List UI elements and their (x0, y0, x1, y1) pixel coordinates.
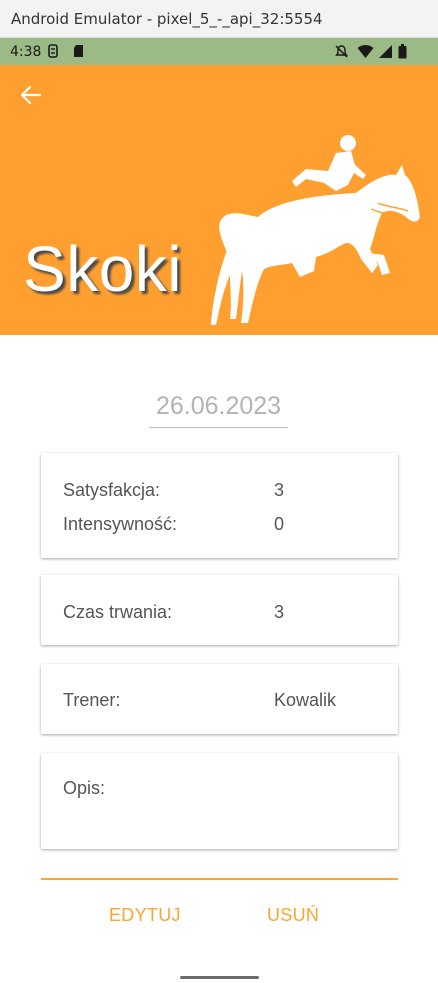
activity-details: 26.06.2023 Satysfakcja: 3 Intensywność: … (0, 335, 438, 967)
duration-label: Czas trwania: (63, 602, 173, 622)
arrow-left-icon (20, 85, 42, 105)
battery-icon (398, 44, 407, 59)
status-time: 4:38 (10, 44, 42, 60)
actions-divider (41, 878, 398, 880)
horse-jumping-icon (211, 135, 420, 325)
intensity-label: Intensywność: (63, 514, 178, 534)
description-card: Opis: (41, 753, 398, 849)
edit-button[interactable]: EDYTUJ (109, 905, 181, 926)
navigation-bar (0, 967, 438, 983)
cell-signal-icon (379, 45, 392, 58)
status-bar: 4:38 (0, 38, 438, 65)
satisfaction-label: Satysfakcja: (63, 480, 161, 500)
sport-title: Skoki (23, 233, 182, 305)
back-button[interactable] (17, 82, 47, 108)
sport-header: Skoki (0, 65, 438, 335)
trainer-label: Trener: (63, 690, 121, 710)
window-title: Android Emulator - pixel_5_-_api_32:5554 (11, 10, 323, 28)
trainer-value: Kowalik (274, 690, 337, 710)
duration-card: Czas trwania: 3 (41, 575, 398, 645)
home-gesture-handle[interactable] (180, 976, 259, 979)
sync-icon (48, 44, 58, 58)
wifi-icon (357, 45, 374, 58)
trainer-card: Trener: Kowalik (41, 664, 398, 734)
sd-card-icon (74, 45, 83, 57)
description-label: Opis: (63, 778, 106, 798)
notifications-muted-icon (335, 45, 348, 58)
emulator-title-bar: Android Emulator - pixel_5_-_api_32:5554 (0, 0, 438, 38)
satisfaction-value: 3 (274, 480, 285, 500)
duration-value: 3 (274, 602, 285, 622)
date-field[interactable]: 26.06.2023 (149, 392, 288, 428)
delete-button[interactable]: USUŃ (267, 905, 319, 926)
intensity-value: 0 (274, 514, 285, 534)
ratings-card: Satysfakcja: 3 Intensywność: 0 (41, 453, 398, 558)
